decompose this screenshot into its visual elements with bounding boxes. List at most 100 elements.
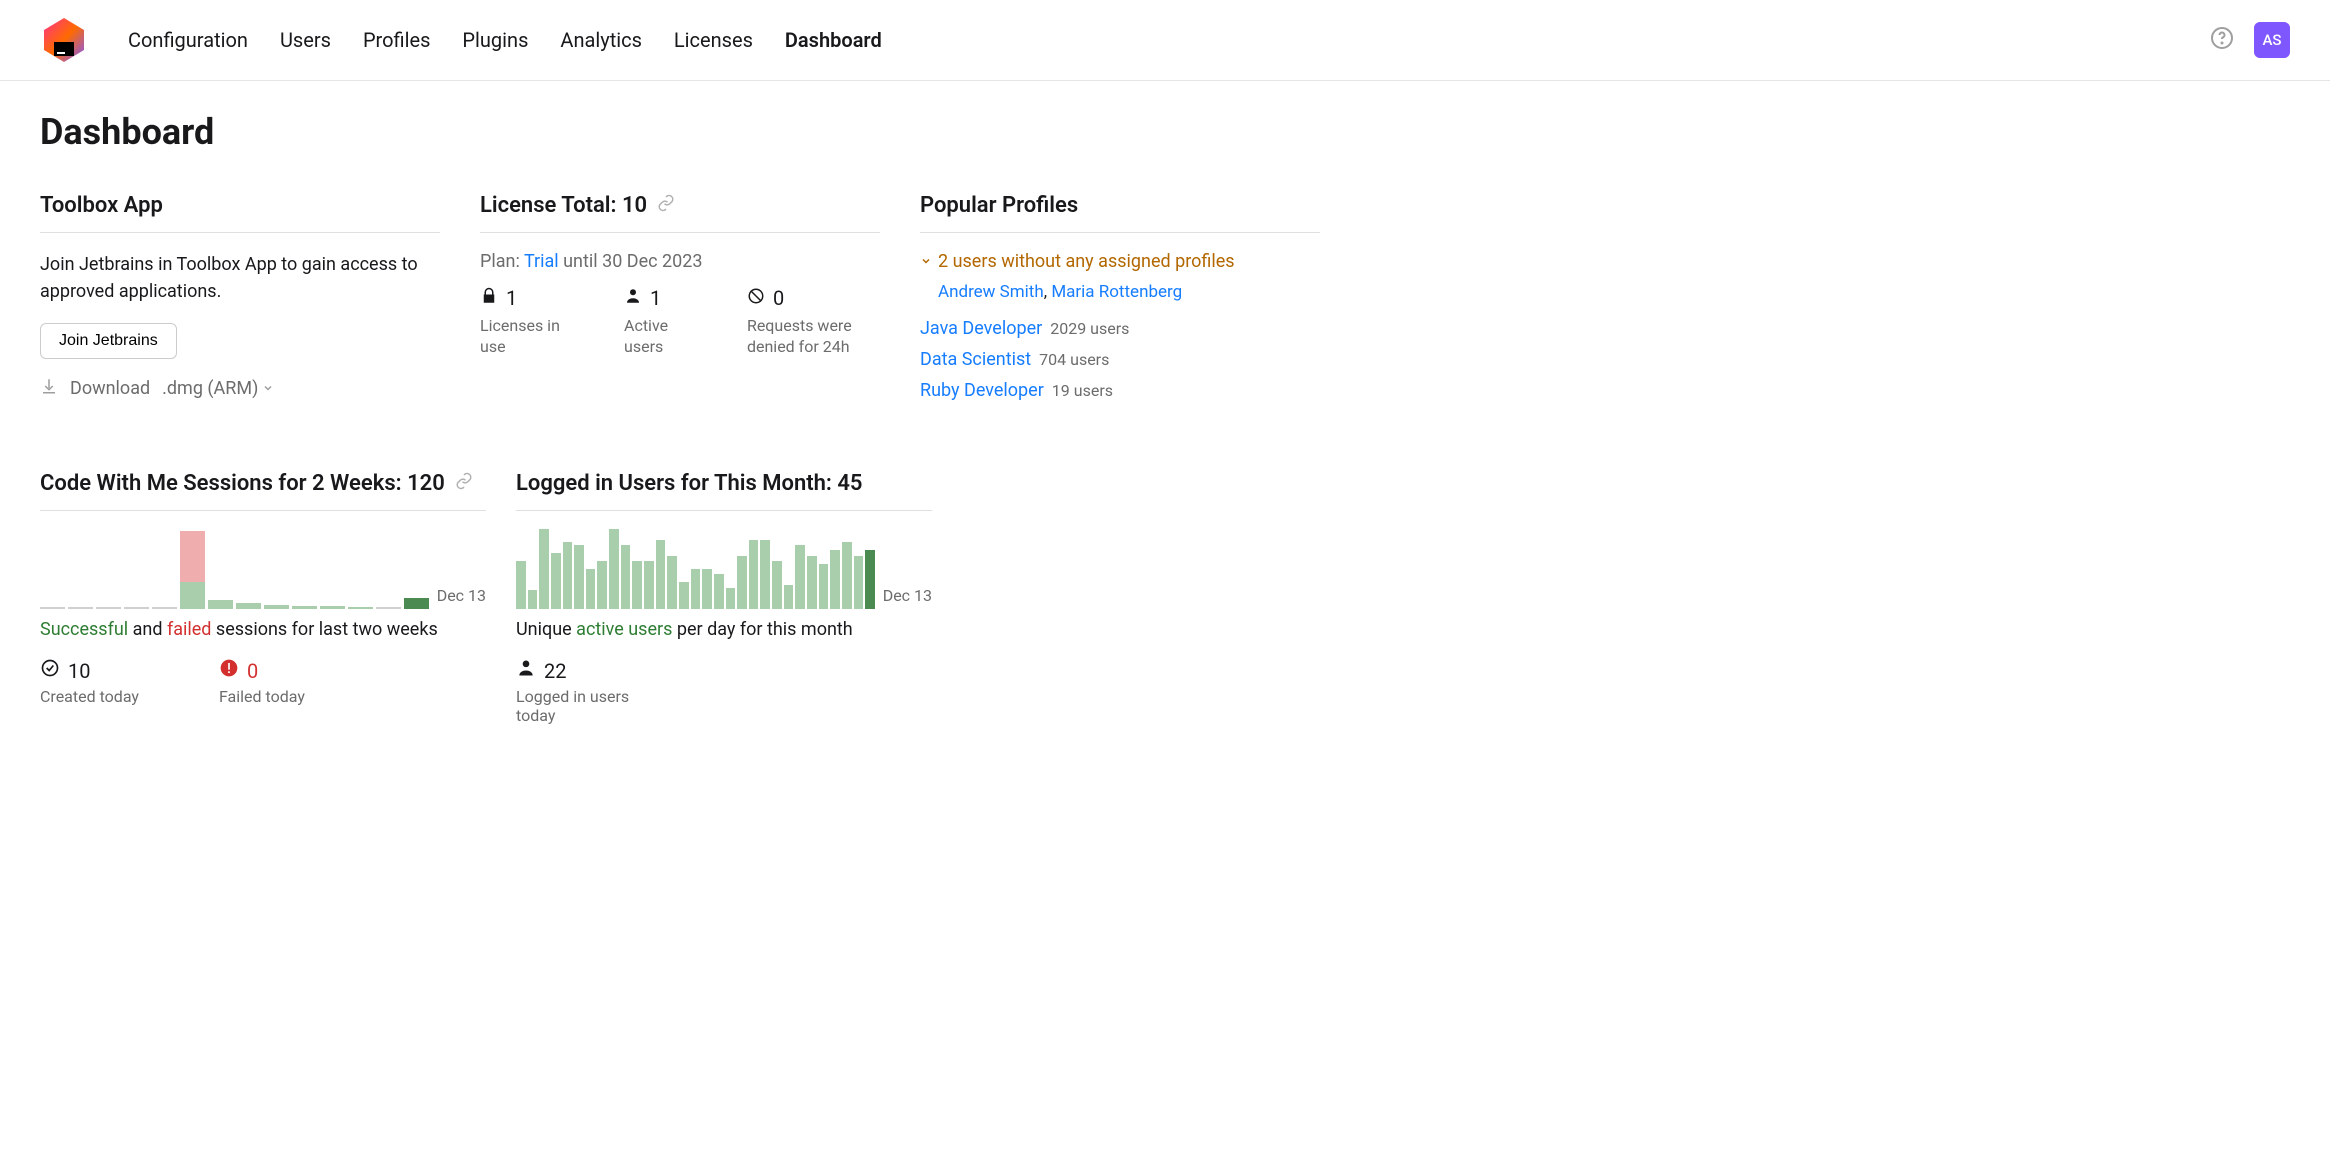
plan-expiry: until 30 Dec 2023 — [559, 251, 703, 272]
profile-count: 704 users — [1039, 350, 1109, 369]
chart-bar — [208, 529, 233, 609]
license-total: 10 — [622, 193, 647, 218]
join-jetbrains-button[interactable]: Join Jetbrains — [40, 323, 177, 359]
chart-bar — [621, 545, 631, 609]
user-icon — [624, 286, 642, 310]
chart-bar — [865, 550, 875, 609]
chart-bar — [264, 529, 289, 609]
cwm-caption: Successful and failed sessions for last … — [40, 619, 486, 640]
nav-item-licenses[interactable]: Licenses — [674, 28, 753, 52]
cwm-date: Dec 13 — [437, 586, 486, 605]
chart-bar — [842, 542, 852, 609]
logged-chart — [516, 529, 875, 609]
unassigned-user-link[interactable]: Andrew Smith — [938, 282, 1044, 302]
chart-bar — [597, 561, 607, 609]
logged-title: Logged in Users for This Month: — [516, 471, 837, 496]
chart-bar — [784, 585, 794, 609]
nav-item-profiles[interactable]: Profiles — [363, 28, 430, 52]
profiles-panel: Popular Profiles 2 users without any ass… — [920, 193, 1320, 411]
cwm-total: 120 — [407, 471, 445, 496]
chart-bar — [376, 529, 401, 609]
stat-denied-requests: 0 Requests were denied for 24h — [747, 286, 880, 358]
nav-item-plugins[interactable]: Plugins — [462, 28, 528, 52]
link-icon[interactable] — [455, 471, 473, 496]
user-avatar[interactable]: AS — [2254, 22, 2290, 58]
help-icon[interactable] — [2210, 26, 2234, 54]
chart-bar — [854, 556, 864, 609]
chart-bar — [691, 569, 701, 609]
chart-bar — [551, 553, 561, 609]
chart-bar — [737, 556, 747, 609]
stat-licenses-in-use: 1 Licenses in use — [480, 286, 584, 358]
chart-bar — [320, 529, 345, 609]
chart-bar — [292, 529, 317, 609]
download-format-selector[interactable]: .dmg (ARM) — [162, 378, 274, 399]
profile-link[interactable]: Data Scientist — [920, 349, 1031, 370]
chart-bar — [714, 574, 724, 609]
link-icon[interactable] — [657, 193, 675, 218]
chart-bar — [772, 561, 782, 609]
cwm-chart — [40, 529, 429, 609]
chart-bar — [152, 529, 177, 609]
top-nav: Configuration Users Profiles Plugins Analyti… — [128, 28, 2210, 52]
chart-bar — [702, 569, 712, 609]
chart-bar — [807, 556, 817, 609]
cwm-title: Code With Me Sessions for 2 Weeks: — [40, 471, 407, 496]
profile-link[interactable]: Java Developer — [920, 318, 1042, 339]
chart-bar — [516, 561, 526, 609]
chevron-down-icon — [262, 378, 274, 399]
logged-today: 22 Logged in users today — [516, 658, 646, 725]
chart-bar — [236, 529, 261, 609]
download-icon[interactable] — [40, 377, 58, 400]
license-title: License Total: — [480, 193, 622, 218]
chart-bar — [528, 590, 538, 609]
cwm-created-today: 10 Created today — [40, 658, 139, 706]
chart-bar — [574, 545, 584, 609]
profile-count: 2029 users — [1050, 319, 1129, 338]
chart-bar — [726, 588, 736, 609]
chart-bar — [749, 540, 759, 609]
plan-label: Plan: — [480, 251, 524, 272]
chart-bar — [40, 529, 65, 609]
nav-item-users[interactable]: Users — [280, 28, 331, 52]
chart-bar — [563, 542, 573, 609]
nav-item-analytics[interactable]: Analytics — [560, 28, 642, 52]
chevron-down-icon — [920, 251, 932, 272]
chart-bar — [819, 564, 829, 609]
cwm-failed-today: 0 Failed today — [219, 658, 305, 706]
chart-bar — [348, 529, 373, 609]
nav-item-dashboard[interactable]: Dashboard — [785, 28, 882, 52]
chart-bar — [609, 529, 619, 609]
app-logo[interactable] — [40, 16, 88, 64]
toolbox-description: Join Jetbrains in Toolbox App to gain ac… — [40, 251, 440, 305]
logged-date: Dec 13 — [883, 586, 932, 605]
chart-bar — [68, 529, 93, 609]
chart-bar — [586, 569, 596, 609]
chart-bar — [830, 550, 840, 609]
toolbox-panel: Toolbox App Join Jetbrains in Toolbox Ap… — [40, 193, 440, 411]
chart-bar — [795, 545, 805, 609]
stat-active-users: 1 Active users — [624, 286, 707, 358]
plan-name-link[interactable]: Trial — [524, 251, 559, 272]
chart-bar — [644, 561, 654, 609]
user-icon — [516, 658, 536, 683]
toolbox-title: Toolbox App — [40, 193, 440, 233]
nav-item-configuration[interactable]: Configuration — [128, 28, 248, 52]
page-title: Dashboard — [40, 111, 2290, 153]
check-circle-icon — [40, 658, 60, 683]
logged-panel: Logged in Users for This Month: 45 Dec 1… — [516, 471, 932, 725]
cwm-panel: Code With Me Sessions for 2 Weeks: 120 D… — [40, 471, 486, 725]
profile-item: Java Developer 2029 users — [920, 318, 1320, 339]
download-label[interactable]: Download — [70, 378, 150, 399]
chart-bar — [667, 556, 677, 609]
lock-icon — [480, 286, 498, 310]
chart-bar — [679, 582, 689, 609]
profile-link[interactable]: Ruby Developer — [920, 380, 1044, 401]
unassigned-user-link[interactable]: Maria Rottenberg — [1051, 282, 1182, 302]
unassigned-users-toggle[interactable]: 2 users without any assigned profiles — [920, 251, 1320, 272]
profiles-title: Popular Profiles — [920, 193, 1320, 233]
profile-count: 19 users — [1052, 381, 1113, 400]
chart-bar — [180, 529, 205, 609]
logged-caption: Unique active users per day for this mon… — [516, 619, 932, 640]
logged-total: 45 — [837, 471, 862, 496]
